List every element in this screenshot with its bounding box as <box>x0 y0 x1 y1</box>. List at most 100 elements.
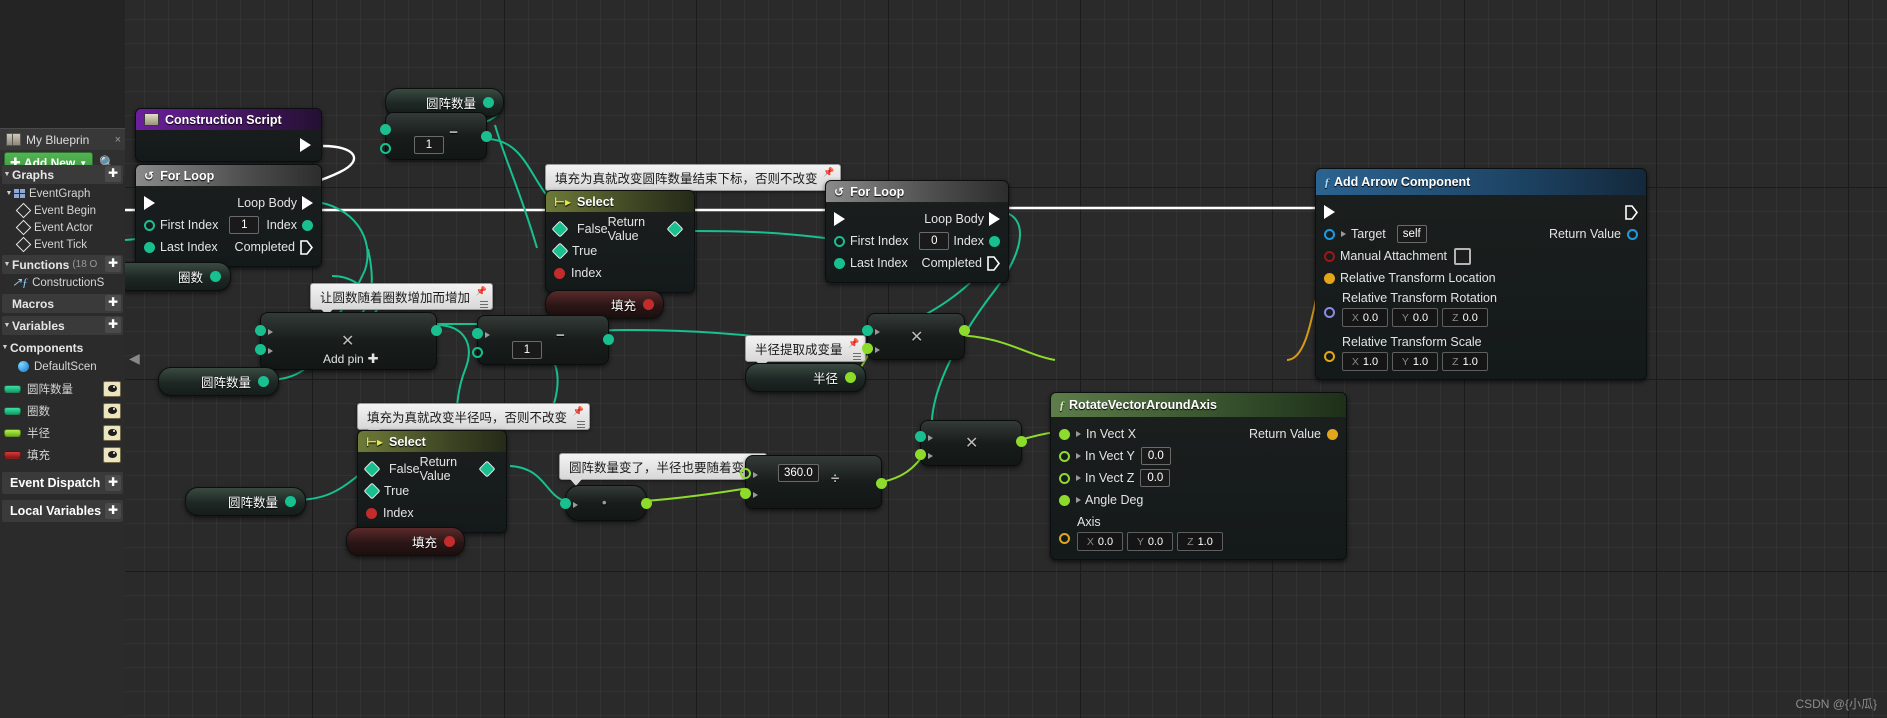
axis-z-input[interactable]: Z 1.0 <box>1177 532 1223 551</box>
pin-icon[interactable]: 📌 <box>823 167 834 178</box>
eye-icon[interactable] <box>103 424 121 441</box>
result-pin[interactable] <box>603 334 614 345</box>
tab-my-blueprint[interactable]: My Blueprin × <box>0 128 125 150</box>
manual-attachment-checkbox[interactable] <box>1454 247 1472 265</box>
axis-pin[interactable] <box>1059 533 1070 544</box>
output-pin[interactable] <box>444 536 455 547</box>
operand-a-pin[interactable] <box>255 325 266 336</box>
add-variable-button[interactable]: ✚ <box>105 317 121 333</box>
section-variables[interactable]: ▼ Variables ✚ <box>2 316 123 335</box>
in-vect-z-input[interactable]: 0.0 <box>1140 469 1171 487</box>
disclosure-triangle-icon[interactable]: ▼ <box>2 171 12 178</box>
true-pin[interactable] <box>363 482 381 500</box>
exec-out-completed-pin[interactable] <box>300 239 313 255</box>
output-pin[interactable] <box>845 372 856 383</box>
eye-icon[interactable] <box>103 402 121 419</box>
sidebar-item-construction-script[interactable]: ↗ƒ ConstructionS <box>0 274 137 291</box>
rotation-z-input[interactable]: Z 0.0 <box>1442 308 1488 327</box>
in-vect-z-pin[interactable] <box>1059 472 1070 484</box>
comment-count-radius[interactable]: 圆阵数量变了，半径也要随着变 📌 <box>559 453 768 486</box>
scale-x-input[interactable]: X 1.0 <box>1342 352 1388 371</box>
node-subtract-mid[interactable]: 1 − <box>472 315 614 365</box>
exec-out-loop-body-pin[interactable] <box>302 196 313 210</box>
return-value-pin[interactable] <box>1627 228 1638 240</box>
operand-b-pin[interactable] <box>472 347 483 358</box>
operand-b-pin[interactable] <box>915 449 926 460</box>
section-functions[interactable]: ▼ Functions (18 O ✚ <box>2 255 123 274</box>
node-construction-script[interactable]: Construction Script <box>135 108 322 162</box>
sidebar-item-var-ring-count[interactable]: 圈数 <box>0 402 125 419</box>
sidebar-item-event-actor[interactable]: Event Actor <box>0 219 143 236</box>
node-rotate-vector-around-axis[interactable]: ƒ RotateVectorAroundAxis In Vect X Retur… <box>1050 392 1347 560</box>
node-multiply-main[interactable]: ✕ Add pin ✚ <box>255 312 442 370</box>
true-pin[interactable] <box>551 242 569 260</box>
add-event-dispatcher-button[interactable]: ✚ <box>105 475 121 491</box>
operand-a-pin[interactable] <box>915 431 926 442</box>
operand-a-pin[interactable] <box>380 124 391 135</box>
resize-handle-icon[interactable] <box>577 421 586 428</box>
var-getter-round-count-mid[interactable]: 圆阵数量 <box>158 367 279 396</box>
false-pin[interactable] <box>363 460 381 478</box>
relative-rotation-pin[interactable] <box>1324 307 1335 318</box>
target-value[interactable]: self <box>1396 225 1427 243</box>
section-graphs[interactable]: ▼ Graphs ✚ <box>2 165 123 184</box>
event-dispatchers-button[interactable]: Event Dispatch ✚ <box>2 472 123 494</box>
index-out-pin[interactable] <box>989 235 1000 247</box>
comment-ring-grow[interactable]: 让圆数随着圈数增加而增加 📌 <box>310 283 494 316</box>
disclosure-triangle-icon[interactable]: ▼ <box>2 261 12 268</box>
operand-b-pin[interactable] <box>862 343 873 354</box>
section-components[interactable]: ▼ Components <box>0 338 125 357</box>
var-getter-ring-count[interactable]: 圈数 <box>125 262 231 291</box>
sidebar-item-event-tick[interactable]: Event Tick <box>0 236 143 253</box>
manual-attachment-pin[interactable] <box>1324 250 1335 262</box>
output-pin[interactable] <box>258 376 269 387</box>
pin-icon[interactable]: 📌 <box>573 406 584 417</box>
operand-b-input[interactable]: 1 <box>414 136 444 154</box>
result-pin[interactable] <box>876 478 887 489</box>
exec-out-pin[interactable] <box>1625 204 1638 220</box>
result-pin[interactable] <box>1016 436 1027 447</box>
comment-fill-count[interactable]: 填充为真就改变圆阵数量结束下标，否则不改变 📌 <box>545 164 841 197</box>
first-index-pin[interactable] <box>834 235 845 247</box>
close-icon[interactable]: × <box>115 134 121 146</box>
relative-location-pin[interactable] <box>1324 272 1335 284</box>
exec-out-pin[interactable] <box>300 138 311 152</box>
output-pin[interactable] <box>641 498 652 509</box>
index-pin[interactable] <box>554 267 565 279</box>
axis-x-input[interactable]: X 0.0 <box>1077 532 1123 551</box>
comment-radius-var[interactable]: 半径提取成变量 📌 <box>745 335 866 368</box>
in-vect-y-input[interactable]: 0.0 <box>1140 447 1171 465</box>
sidebar-item-var-fill[interactable]: 填充 <box>0 446 125 463</box>
angle-deg-pin[interactable] <box>1059 494 1070 506</box>
node-add-arrow-component[interactable]: ƒ Add Arrow Component Target self Return… <box>1315 168 1647 380</box>
operand-a-pin[interactable] <box>472 328 483 339</box>
result-pin[interactable] <box>959 325 970 336</box>
exec-in-pin[interactable] <box>144 196 155 210</box>
operand-b-pin[interactable] <box>380 143 391 154</box>
exec-in-pin[interactable] <box>1324 205 1335 219</box>
node-int-to-float[interactable]: • <box>560 485 652 521</box>
output-pin[interactable] <box>210 271 221 282</box>
node-subtract-top[interactable]: 1 − <box>380 112 492 160</box>
scale-z-input[interactable]: Z 1.0 <box>1442 352 1488 371</box>
eye-icon[interactable] <box>103 446 121 463</box>
node-select-bottom[interactable]: ⊢▸ Select False Return Value True Index <box>357 430 507 533</box>
sidebar-item-var-radius[interactable]: 半径 <box>0 424 125 441</box>
in-vect-y-pin[interactable] <box>1059 450 1070 462</box>
output-pin[interactable] <box>483 97 494 108</box>
sidebar-item-eventgraph[interactable]: ▼ EventGraph <box>0 185 129 202</box>
operand-a-pin[interactable] <box>740 468 751 479</box>
add-local-variable-button[interactable]: ✚ <box>105 503 121 519</box>
operand-a-input[interactable]: 360.0 <box>778 464 819 482</box>
add-macro-button[interactable]: ✚ <box>105 295 121 311</box>
section-macros[interactable]: Macros ✚ <box>2 294 123 313</box>
relative-scale-pin[interactable] <box>1324 351 1335 362</box>
comment-fill-radius[interactable]: 填充为真就改变半径吗，否则不改变 📌 <box>357 403 591 436</box>
input-pin[interactable] <box>560 498 571 509</box>
exec-out-loop-body-pin[interactable] <box>989 212 1000 226</box>
index-out-pin[interactable] <box>302 219 313 231</box>
var-getter-round-count-bottom[interactable]: 圆阵数量 <box>185 487 306 516</box>
operand-b-pin[interactable] <box>740 488 751 499</box>
local-variables-button[interactable]: Local Variables ✚ <box>2 500 123 522</box>
rotation-y-input[interactable]: Y 0.0 <box>1392 308 1438 327</box>
